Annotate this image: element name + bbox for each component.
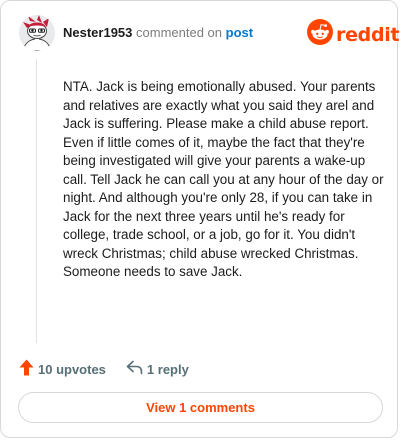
commented-on-text: commented on (136, 25, 223, 40)
view-comments-button[interactable]: View 1 comments (18, 392, 383, 423)
comment-card: Nester1953 commented on post reddit NTA.… (0, 0, 400, 438)
upvote-arrow-icon (19, 359, 34, 379)
username[interactable]: Nester1953 (63, 25, 132, 40)
reddit-wordmark: reddit (336, 23, 400, 46)
thread-line[interactable] (36, 59, 37, 343)
user-avatar-icon[interactable] (19, 15, 55, 51)
upvote-button[interactable]: 10 upvotes (19, 359, 106, 379)
comment-header: Nester1953 commented on post (63, 25, 253, 41)
reply-arrow-icon (126, 360, 143, 378)
reddit-snoo-icon (307, 19, 333, 50)
comment-body: NTA. Jack is being emotionally abused. Y… (63, 79, 384, 279)
reddit-logo[interactable]: reddit (307, 19, 400, 50)
upvotes-count: 10 upvotes (38, 361, 106, 377)
post-link[interactable]: post (226, 25, 253, 40)
reply-button[interactable]: 1 reply (126, 360, 189, 378)
reply-count: 1 reply (146, 361, 189, 377)
comment-actions: 10 upvotes 1 reply (19, 359, 189, 379)
